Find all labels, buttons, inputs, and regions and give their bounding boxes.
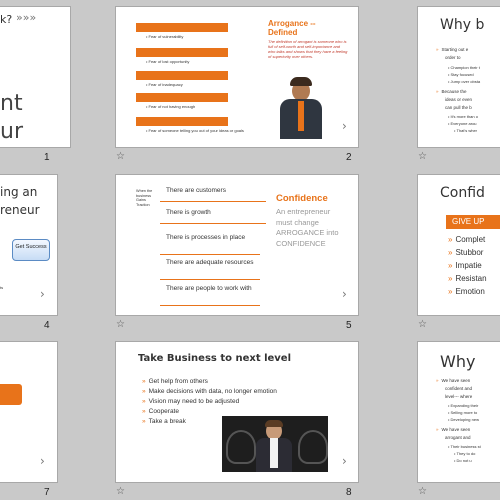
slide8-businessman-photo (222, 416, 328, 472)
slide2-label-1: Arrogance (136, 23, 228, 37)
slide7-next-icon[interactable]: › (40, 454, 45, 468)
slide-thumbnail-6[interactable]: Confid GIVE UP Complet Stubbor Impatie R… (418, 175, 500, 315)
slide8-transition-icon: ☆ (116, 486, 125, 497)
slide9-sub-6: • Do not u (454, 458, 472, 463)
slide5-body: An entrepreneur must change ARROGANCE in… (276, 207, 339, 248)
slide6-item-4: Resistan (448, 274, 487, 283)
slide6-title: Confid (440, 185, 485, 201)
slide-thumbnail-3[interactable]: Why b Starting out e order to • Champion… (418, 7, 500, 147)
slide3-bullet-1b: order to (445, 55, 461, 60)
slide7-orange-block (0, 384, 22, 405)
slide8-item-2: Make decisions with data, no longer emot… (142, 388, 277, 395)
slide8-title: Take Business to next level (138, 353, 292, 364)
slide3-title: Why b (440, 17, 485, 33)
slide4-line1: ing an (0, 185, 38, 199)
slide6-item-5: Emotion (448, 287, 485, 296)
slide6-item-2: Stubbor (448, 248, 483, 257)
slide6-transition-icon: ☆ (418, 319, 427, 330)
slide6-banner: GIVE UP (446, 215, 500, 229)
slide9-bullet-2b: arrogant and (445, 435, 471, 440)
slide2-label-2: Impatience (136, 48, 228, 62)
slide3-sub-3: • Jump over obsta (448, 79, 481, 84)
slide3-bullet-2c: can pull the b (445, 105, 472, 110)
slide3-bullet-1: Starting out e (436, 47, 468, 53)
slide3-bullet-2b: ideas or even (445, 97, 473, 102)
slide2-sub-1: • Fear of vulnerability (146, 34, 184, 39)
slide-thumbnail-5[interactable]: When the business Gains Traction There a… (116, 175, 358, 315)
slide2-sub-2: • Fear of lost opportunity (146, 59, 190, 64)
slide2-sub-4: • Fear of not having enough (146, 104, 196, 109)
slide-thumbnail-9[interactable]: Why We have seen confident and level--- … (418, 342, 500, 482)
slide5-next-icon[interactable]: › (342, 287, 347, 301)
slide1-line2: nt (0, 91, 23, 116)
slide8-item-3: Vision may need to be adjusted (142, 398, 239, 405)
slide3-transition-icon: ☆ (418, 151, 427, 162)
slide9-sub-2: • Selling more to (448, 410, 478, 415)
get-success-button[interactable]: Get Success (12, 239, 50, 261)
slide2-label-5: Stubbornness (136, 117, 228, 131)
slide2-title: Arrogance -- Defined (268, 19, 316, 37)
slide1-chevrons: »»» (16, 11, 37, 24)
slide9-sub-3: • Developing new (448, 417, 479, 422)
slide2-definition: The definition of arrogant is someone wh… (268, 39, 348, 59)
slide2-next-icon[interactable]: › (342, 119, 347, 133)
slide-number-4: 4 (44, 320, 50, 331)
slide4-fragment: ts (0, 285, 4, 290)
slide8-item-4: Cooperate (142, 408, 179, 415)
slide8-next-icon[interactable]: › (342, 454, 347, 468)
slide3-sub-5: • Everyone arou (448, 121, 477, 126)
slide2-person-image (276, 75, 326, 139)
slide5-item-3: There is processes in place (160, 234, 260, 255)
slide5-title: Confidence (276, 193, 328, 204)
slide5-item-5: There are people to work with (160, 285, 260, 306)
slide9-sub-1: • Expanding their (448, 403, 479, 408)
slide9-bullet-1b: confident and (445, 386, 473, 391)
slide2-sub-3: • Fear of inadequacy (146, 82, 183, 87)
slide1-line3: ur (0, 119, 23, 144)
slide9-bullet-1: We have seen (436, 378, 470, 384)
slide-thumbnail-8[interactable]: Take Business to next level Get help fro… (116, 342, 358, 482)
slide-thumbnail-7[interactable]: › (0, 342, 57, 482)
slide9-title: Why (440, 352, 476, 371)
slide-number-8: 8 (346, 487, 352, 498)
slide-thumbnail-4[interactable]: ing an reneur Get Success ts › (0, 175, 57, 315)
slide-thumbnail-1[interactable]: k? »»» nt ur (0, 7, 70, 147)
slide4-next-icon[interactable]: › (40, 287, 45, 301)
slide8-item-1: Get help from others (142, 378, 208, 385)
slide6-item-1: Complet (448, 235, 485, 244)
slide3-sub-6: • That's wher (454, 128, 478, 133)
slide-number-7: 7 (44, 487, 50, 498)
slide9-bullet-1c: level--- where (445, 394, 473, 399)
slide9-sub-4: • Their business st (448, 444, 481, 449)
slide5-transition-icon: ☆ (116, 319, 125, 330)
slide4-line2: reneur (0, 203, 40, 217)
slide5-item-2: There is growth (160, 209, 266, 224)
slide5-item-1: There are customers (160, 187, 266, 202)
slide-number-1: 1 (44, 152, 50, 163)
slide3-sub-4: • It's more than o (448, 114, 478, 119)
slide2-sub-5: • Fear of someone telling you out of you… (146, 128, 244, 133)
slide2-transition-icon: ☆ (116, 151, 125, 162)
slide-thumbnail-2[interactable]: Arrogance • Fear of vulnerability Impati… (116, 7, 358, 147)
slide9-transition-icon: ☆ (418, 486, 427, 497)
slide8-item-5: Take a break (142, 418, 186, 425)
slide-number-5: 5 (346, 320, 352, 331)
slide5-item-4: There are adequate resources (160, 259, 260, 280)
slide5-side-label: When the business Gains Traction (136, 189, 153, 207)
slide3-bullet-2: Because the (436, 89, 467, 95)
slide6-item-3: Impatie (448, 261, 482, 270)
slide2-label-3: Self Sufficient (136, 71, 228, 85)
slide3-sub-1: • Champion their t (448, 65, 480, 70)
slide1-title-fragment: k? (0, 13, 13, 26)
slide2-label-4: Greed (136, 93, 228, 107)
slide3-sub-2: • Stay focused (448, 72, 474, 77)
slide-number-2: 2 (346, 152, 352, 163)
slide9-bullet-2: We have seen (436, 427, 470, 433)
slide9-sub-5: • They to do (454, 451, 476, 456)
